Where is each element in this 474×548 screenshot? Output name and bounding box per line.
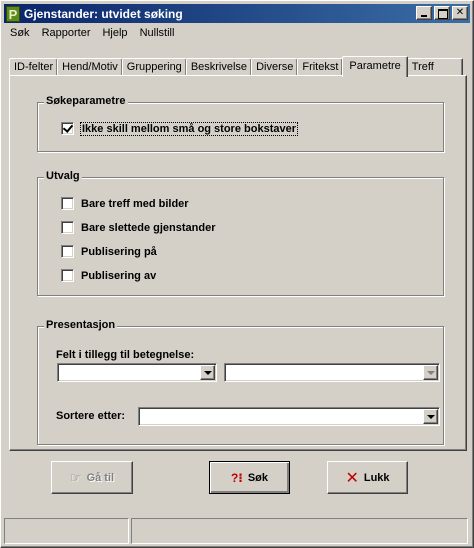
- sort-by-label: Sortere etter:: [56, 410, 126, 422]
- chevron-down-icon[interactable]: [200, 365, 215, 380]
- publishing-off-label[interactable]: Publisering av: [81, 270, 156, 282]
- window-title: Gjenstander: utvidet søking: [24, 6, 183, 21]
- minimize-button[interactable]: [416, 6, 432, 20]
- case-insensitive-label[interactable]: Ikke skill mellom små og store bokstaver: [80, 121, 298, 136]
- tab-beskrivelse[interactable]: Beskrivelse: [185, 58, 253, 76]
- menu-sok[interactable]: Søk: [4, 27, 36, 39]
- presentasjon-group: Presentasjon Felt i tillegg til betegnel…: [37, 319, 444, 445]
- case-insensitive-checkbox[interactable]: [61, 122, 74, 135]
- extra-field-1-select[interactable]: [57, 363, 217, 382]
- app-window: P Gjenstander: utvidet søking ✕ Søk Rapp…: [0, 0, 474, 548]
- close-icon: ✕: [345, 469, 359, 487]
- search-button[interactable]: ?⁝ Søk: [209, 461, 290, 494]
- close-window-button[interactable]: ✕: [452, 6, 468, 20]
- publishing-on-checkbox[interactable]: [61, 245, 74, 258]
- title-bar: P Gjenstander: utvidet søking ✕: [4, 4, 470, 23]
- only-with-images-checkbox[interactable]: [61, 197, 74, 210]
- menu-hjelp[interactable]: Hjelp: [96, 27, 133, 39]
- tab-gruppering[interactable]: Gruppering: [121, 58, 187, 76]
- only-deleted-checkbox[interactable]: [61, 221, 74, 234]
- parametre-panel: Søkeparametre Ikke skill mellom små og s…: [9, 75, 467, 451]
- tab-hend-motiv[interactable]: Hend/Motiv: [57, 58, 123, 76]
- sort-by-select[interactable]: [138, 407, 440, 426]
- tab-diverse[interactable]: Diverse: [251, 58, 299, 76]
- chevron-down-icon[interactable]: [423, 409, 438, 424]
- publishing-on-label[interactable]: Publisering på: [81, 246, 157, 258]
- only-with-images-label[interactable]: Bare treff med bilder: [81, 198, 189, 210]
- maximize-button[interactable]: [434, 6, 450, 20]
- menu-nullstill[interactable]: Nullstill: [134, 27, 181, 39]
- close-button[interactable]: ✕ Lukk: [327, 461, 408, 494]
- tab-parametre[interactable]: Parametre: [342, 56, 408, 77]
- menu-bar: Søk Rapporter Hjelp Nullstill: [4, 24, 180, 42]
- utvalg-title: Utvalg: [44, 170, 82, 182]
- utvalg-group: Utvalg Bare treff med bilder Bare slette…: [37, 170, 444, 296]
- search-icon: ?⁝: [230, 470, 243, 485]
- extra-field-label: Felt i tillegg til betegnelse:: [56, 349, 195, 361]
- goto-button[interactable]: ☞ Gå til: [51, 461, 133, 494]
- sokeparametre-title: Søkeparametre: [44, 95, 128, 107]
- extra-field-2-select[interactable]: [224, 363, 440, 382]
- pointing-hand-icon: ☞: [69, 469, 82, 485]
- publishing-off-checkbox[interactable]: [61, 269, 74, 282]
- sokeparametre-group: Søkeparametre Ikke skill mellom små og s…: [37, 95, 444, 152]
- tab-treff[interactable]: Treff: [406, 58, 463, 76]
- app-logo-icon: P: [6, 5, 20, 22]
- tab-fritekst[interactable]: Fritekst: [297, 58, 344, 76]
- presentasjon-title: Presentasjon: [44, 319, 118, 331]
- status-panel-1: [4, 518, 130, 544]
- menu-rapporter[interactable]: Rapporter: [36, 27, 97, 39]
- chevron-down-icon: [423, 365, 438, 380]
- tab-id-felter[interactable]: ID-felter: [9, 58, 59, 76]
- tab-strip: ID-felter Hend/Motiv Gruppering Beskrive…: [9, 56, 463, 77]
- status-bar: [4, 518, 470, 544]
- only-deleted-label[interactable]: Bare slettede gjenstander: [81, 222, 216, 234]
- status-panel-2: [131, 518, 468, 544]
